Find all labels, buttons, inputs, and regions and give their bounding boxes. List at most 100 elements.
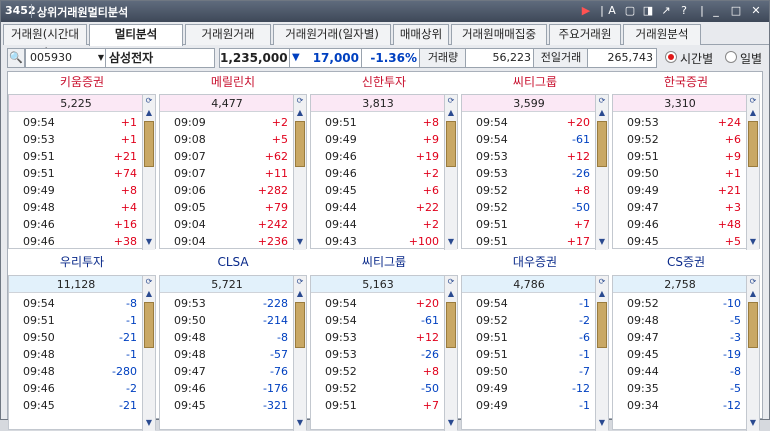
scroll-thumb[interactable] <box>295 121 305 167</box>
scroll-up-icon[interactable]: ▲ <box>596 288 608 300</box>
row-amount: -12 <box>723 399 741 412</box>
scroll-thumb[interactable] <box>748 302 758 348</box>
radio-selected-dot <box>668 54 674 60</box>
minimize-icon[interactable]: _ <box>709 4 723 18</box>
search-icon[interactable]: 🔍 <box>7 48 25 68</box>
refresh-icon[interactable]: ⟳ <box>747 95 759 107</box>
scroll-down-icon[interactable]: ▼ <box>294 417 306 429</box>
scrollbar[interactable]: ⟳ ▲ ▼ <box>595 276 608 431</box>
tab-0[interactable]: 거래원(시간대별) <box>3 24 87 60</box>
scroll-up-icon[interactable]: ▲ <box>294 288 306 300</box>
scroll-thumb[interactable] <box>597 302 607 348</box>
list-item: 09:44 -8 <box>613 363 747 380</box>
copy-icon[interactable]: ◨ <box>641 4 655 18</box>
link-icon[interactable]: ▢ <box>623 4 637 18</box>
radio-day[interactable] <box>725 51 737 63</box>
tab-7[interactable]: 거래원분석 <box>623 24 701 45</box>
tab-3[interactable]: 거래원거래(일자별) <box>273 24 391 45</box>
refresh-icon[interactable]: ⟳ <box>294 276 306 288</box>
scroll-down-icon[interactable]: ▼ <box>143 236 155 248</box>
scroll-down-icon[interactable]: ▼ <box>596 236 608 248</box>
row-time: 09:48 <box>23 365 55 378</box>
scroll-down-icon[interactable]: ▼ <box>596 417 608 429</box>
row-amount: -8 <box>126 297 137 310</box>
refresh-icon[interactable]: ⟳ <box>445 95 457 107</box>
row-amount: +2 <box>422 167 439 180</box>
row-amount: -26 <box>572 167 590 180</box>
scroll-up-icon[interactable]: ▲ <box>445 288 457 300</box>
scrollbar[interactable]: ⟳ ▲ ▼ <box>746 95 759 250</box>
scrollbar[interactable]: ⟳ ▲ ▼ <box>293 276 306 431</box>
scroll-up-icon[interactable]: ▲ <box>294 107 306 119</box>
row-amount: -61 <box>421 314 439 327</box>
row-time: 09:50 <box>23 331 55 344</box>
refresh-icon[interactable]: ⟳ <box>596 276 608 288</box>
close-icon[interactable]: ✕ <box>749 4 763 18</box>
scroll-thumb[interactable] <box>295 302 305 348</box>
scroll-thumb[interactable] <box>597 121 607 167</box>
refresh-icon[interactable]: ⟳ <box>143 95 155 107</box>
broker-total: 4,786 <box>462 276 596 293</box>
scroll-down-icon[interactable]: ▼ <box>294 236 306 248</box>
tab-4[interactable]: 매매상위 <box>393 24 449 45</box>
list-item: 09:34 -12 <box>613 397 747 414</box>
prev-volume-value: 265,743 <box>587 48 657 68</box>
radio-time[interactable] <box>665 51 677 63</box>
refresh-icon[interactable]: ⟳ <box>143 276 155 288</box>
scrollbar[interactable]: ⟳ ▲ ▼ <box>142 276 155 431</box>
export-icon[interactable]: ↗ <box>659 4 673 18</box>
scrollbar[interactable]: ⟳ ▲ ▼ <box>746 276 759 431</box>
row-amount: +1 <box>120 116 137 129</box>
scroll-thumb[interactable] <box>446 302 456 348</box>
broker-total: 4,477 <box>160 95 294 112</box>
scroll-up-icon[interactable]: ▲ <box>596 107 608 119</box>
list-item: 09:53 +24 <box>613 114 747 131</box>
row-time: 09:35 <box>627 382 659 395</box>
maximize-icon[interactable]: □ <box>729 4 743 18</box>
list-item: 09:53 +12 <box>311 329 445 346</box>
refresh-icon[interactable]: ⟳ <box>294 95 306 107</box>
refresh-icon[interactable]: ⟳ <box>445 276 457 288</box>
list-item: 09:53 +1 <box>9 131 143 148</box>
scrollbar[interactable]: ⟳ ▲ ▼ <box>142 95 155 250</box>
tab-6[interactable]: 주요거래원 <box>549 24 621 45</box>
scroll-up-icon[interactable]: ▲ <box>445 107 457 119</box>
tab-5[interactable]: 거래원매매집중 <box>451 24 547 45</box>
scroll-down-icon[interactable]: ▼ <box>747 417 759 429</box>
list-item: 09:52 -50 <box>462 199 596 216</box>
stock-code-input[interactable]: 005930 ▼ <box>25 48 107 68</box>
scroll-up-icon[interactable]: ▲ <box>747 107 759 119</box>
dropdown-icon[interactable]: ▼ <box>98 49 104 67</box>
tab-2[interactable]: 거래원거래 <box>185 24 271 45</box>
scrollbar[interactable]: ⟳ ▲ ▼ <box>444 276 457 431</box>
scroll-thumb[interactable] <box>446 121 456 167</box>
tab-1[interactable]: 멀티분석 <box>89 24 183 46</box>
scroll-down-icon[interactable]: ▼ <box>445 417 457 429</box>
scroll-thumb[interactable] <box>144 302 154 348</box>
row-time: 09:48 <box>23 348 55 361</box>
scrollbar[interactable]: ⟳ ▲ ▼ <box>595 95 608 250</box>
scroll-up-icon[interactable]: ▲ <box>143 107 155 119</box>
refresh-icon[interactable]: ⟳ <box>747 276 759 288</box>
broker-total: 3,310 <box>613 95 747 112</box>
scrollbar[interactable]: ⟳ ▲ ▼ <box>293 95 306 250</box>
tab-bar: 거래원(시간대별)멀티분석거래원거래거래원거래(일자별)매매상위거래원매매집중주… <box>3 24 769 60</box>
row-time: 09:43 <box>325 235 357 248</box>
radio-time-label: 시간별 <box>680 52 714 66</box>
scroll-up-icon[interactable]: ▲ <box>143 288 155 300</box>
broker-total: 3,599 <box>462 95 596 112</box>
scroll-down-icon[interactable]: ▼ <box>747 236 759 248</box>
font-icon[interactable]: A <box>605 4 619 18</box>
refresh-icon[interactable]: ⟳ <box>596 95 608 107</box>
play-icon[interactable]: ▶ <box>579 4 593 18</box>
scroll-up-icon[interactable]: ▲ <box>747 288 759 300</box>
scroll-down-icon[interactable]: ▼ <box>143 417 155 429</box>
help-icon[interactable]: ? <box>677 4 691 18</box>
list-item: 09:50 -214 <box>160 312 294 329</box>
list-item: 09:04 +242 <box>160 216 294 233</box>
scroll-thumb[interactable] <box>748 121 758 167</box>
scrollbar[interactable]: ⟳ ▲ ▼ <box>444 95 457 250</box>
scroll-thumb[interactable] <box>144 121 154 167</box>
scroll-down-icon[interactable]: ▼ <box>445 236 457 248</box>
row-time: 09:52 <box>325 365 357 378</box>
